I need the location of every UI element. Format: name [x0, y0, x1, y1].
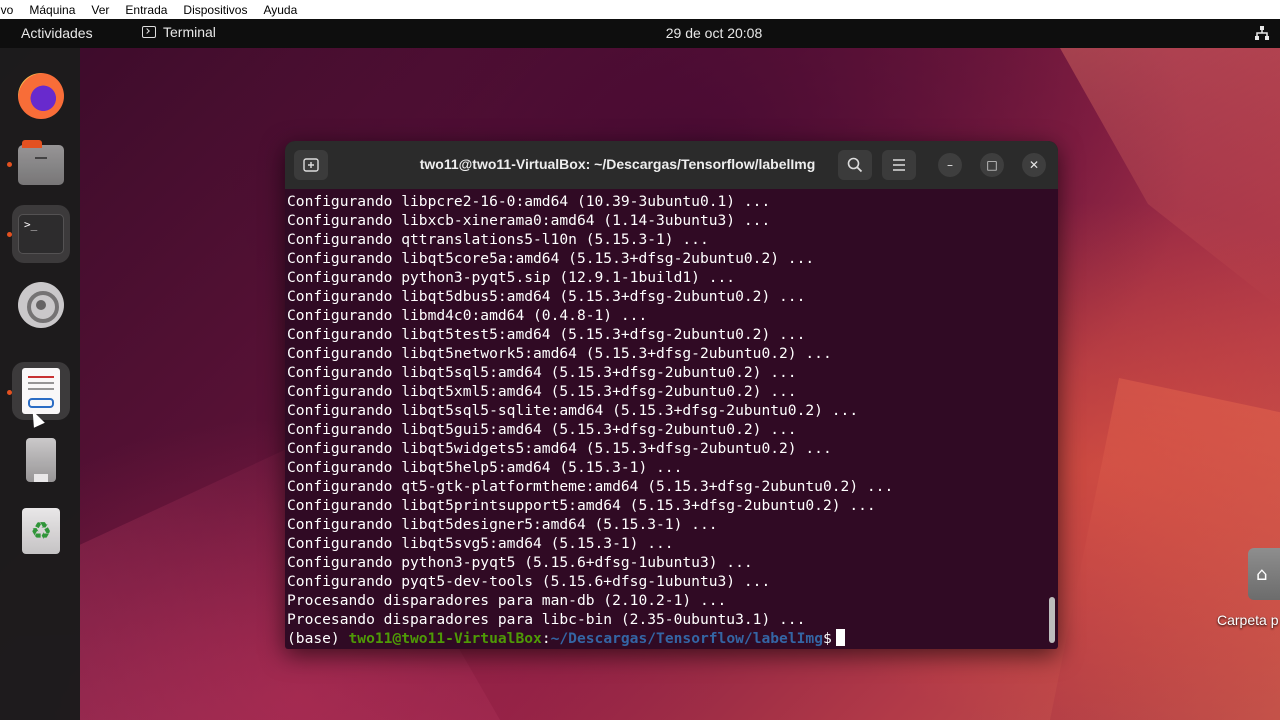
wallpaper-facet	[1050, 378, 1280, 720]
terminal-window[interactable]: two11@two11-VirtualBox: ~/Descargas/Tens…	[285, 141, 1058, 649]
desktop-folder-label[interactable]: Carpeta p	[1217, 612, 1278, 628]
hamburger-menu-icon	[893, 159, 905, 171]
desktop-home-folder-icon[interactable]: ⌂	[1248, 548, 1280, 600]
search-icon	[847, 157, 863, 173]
terminal-line: Configurando libqt5designer5:amd64 (5.15…	[287, 516, 718, 533]
terminal-app-icon: >_	[18, 214, 64, 254]
terminal-output[interactable]: Configurando libpcre2-16-0:amd64 (10.39-…	[287, 192, 1047, 649]
terminal-prompt-line[interactable]: (base) two11@two11-VirtualBox:~/Descarga…	[287, 629, 1047, 648]
terminal-line: Configurando libqt5help5:amd64 (5.15.3-1…	[287, 459, 683, 476]
terminal-line: Configurando libqt5dbus5:amd64 (5.15.3+d…	[287, 288, 806, 305]
dock-item-trash[interactable]: ♻	[12, 502, 70, 560]
terminal-line: Procesando disparadores para man-db (2.1…	[287, 592, 727, 609]
labelimg-icon	[22, 368, 60, 414]
settings-icon	[18, 282, 64, 328]
vbox-menu-dispositivos[interactable]: Dispositivos	[175, 3, 255, 17]
terminal-line: Configurando qttranslations5-l10n (5.15.…	[287, 231, 709, 248]
usb-drive-icon	[26, 438, 56, 482]
clock[interactable]: 29 de oct 20:08	[0, 25, 1280, 41]
vbox-menu-ayuda[interactable]: Ayuda	[255, 3, 305, 17]
prompt-separator: :	[541, 630, 551, 647]
dock-item-files[interactable]	[12, 136, 70, 194]
dock-item-terminal[interactable]: >_	[12, 205, 70, 263]
terminal-line: Configurando libqt5core5a:amd64 (5.15.3+…	[287, 250, 815, 267]
terminal-line: Configurando qt5-gtk-platformtheme:amd64…	[287, 478, 894, 495]
menu-button[interactable]	[882, 150, 916, 180]
network-icon[interactable]	[1254, 25, 1270, 41]
vbox-menu-entrada[interactable]: Entrada	[117, 3, 175, 17]
home-icon: ⌂	[1256, 564, 1268, 585]
terminal-line: Configurando libqt5printsupport5:amd64 (…	[287, 497, 876, 514]
terminal-line: Configurando libqt5widgets5:amd64 (5.15.…	[287, 440, 832, 457]
vbox-menu-archivo[interactable]: ivo	[0, 3, 21, 17]
vbox-menu-maquina[interactable]: Máquina	[21, 3, 83, 17]
terminal-line: Configurando libqt5xml5:amd64 (5.15.3+df…	[287, 383, 797, 400]
trash-icon: ♻	[22, 508, 60, 554]
terminal-line: Configurando python3-pyqt5 (5.15.6+dfsg-…	[287, 554, 753, 571]
top-bar: Actividades Terminal 29 de oct 20:08	[0, 19, 1280, 48]
terminal-line: Configurando libxcb-xinerama0:amd64 (1.1…	[287, 212, 771, 229]
terminal-line: Configurando python3-pyqt5.sip (12.9.1-1…	[287, 269, 736, 286]
minimize-icon: –	[947, 158, 953, 172]
terminal-line: Procesando disparadores para libc-bin (2…	[287, 611, 806, 628]
prompt-symbol: $	[822, 630, 832, 647]
dock-item-usb[interactable]	[12, 431, 70, 489]
minimize-button[interactable]: –	[938, 153, 962, 177]
terminal-line: Configurando libpcre2-16-0:amd64 (10.39-…	[287, 193, 771, 210]
terminal-line: Configurando libqt5sql5:amd64 (5.15.3+df…	[287, 364, 797, 381]
terminal-line: Configurando libqt5gui5:amd64 (5.15.3+df…	[287, 421, 797, 438]
terminal-line: Configurando pyqt5-dev-tools (5.15.6+dfs…	[287, 573, 771, 590]
dock-item-settings[interactable]	[12, 276, 70, 334]
text-cursor	[835, 629, 845, 646]
terminal-line: Configurando libqt5sql5-sqlite:amd64 (5.…	[287, 402, 859, 419]
terminal-line: Configurando libmd4c0:amd64 (0.4.8-1) ..…	[287, 307, 648, 324]
search-button[interactable]	[838, 150, 872, 180]
dock-item-firefox[interactable]	[12, 67, 70, 125]
files-icon	[18, 140, 64, 185]
terminal-scrollbar[interactable]	[1049, 597, 1055, 643]
prompt-user-host: two11@two11-VirtualBox	[348, 630, 542, 647]
maximize-button[interactable]: □	[980, 153, 1004, 177]
prompt-env: (base)	[287, 630, 349, 647]
wallpaper-facet	[1060, 48, 1280, 308]
vbox-menu-bar: ivo Máquina Ver Entrada Dispositivos Ayu…	[0, 0, 1280, 20]
terminal-line: Configurando libqt5test5:amd64 (5.15.3+d…	[287, 326, 806, 343]
terminal-titlebar[interactable]: two11@two11-VirtualBox: ~/Descargas/Tens…	[285, 141, 1058, 189]
prompt-path: ~/Descargas/Tensorflow/labelImg	[550, 630, 823, 647]
firefox-icon	[18, 73, 64, 119]
dock: >_ ♻	[0, 48, 80, 720]
terminal-line: Configurando libqt5svg5:amd64 (5.15.3-1)…	[287, 535, 674, 552]
close-icon: ✕	[1028, 158, 1040, 172]
dock-item-labelimg[interactable]	[12, 362, 70, 420]
close-button[interactable]: ✕	[1022, 153, 1046, 177]
terminal-line: Configurando libqt5network5:amd64 (5.15.…	[287, 345, 832, 362]
vbox-menu-ver[interactable]: Ver	[83, 3, 117, 17]
maximize-icon: □	[986, 158, 998, 172]
